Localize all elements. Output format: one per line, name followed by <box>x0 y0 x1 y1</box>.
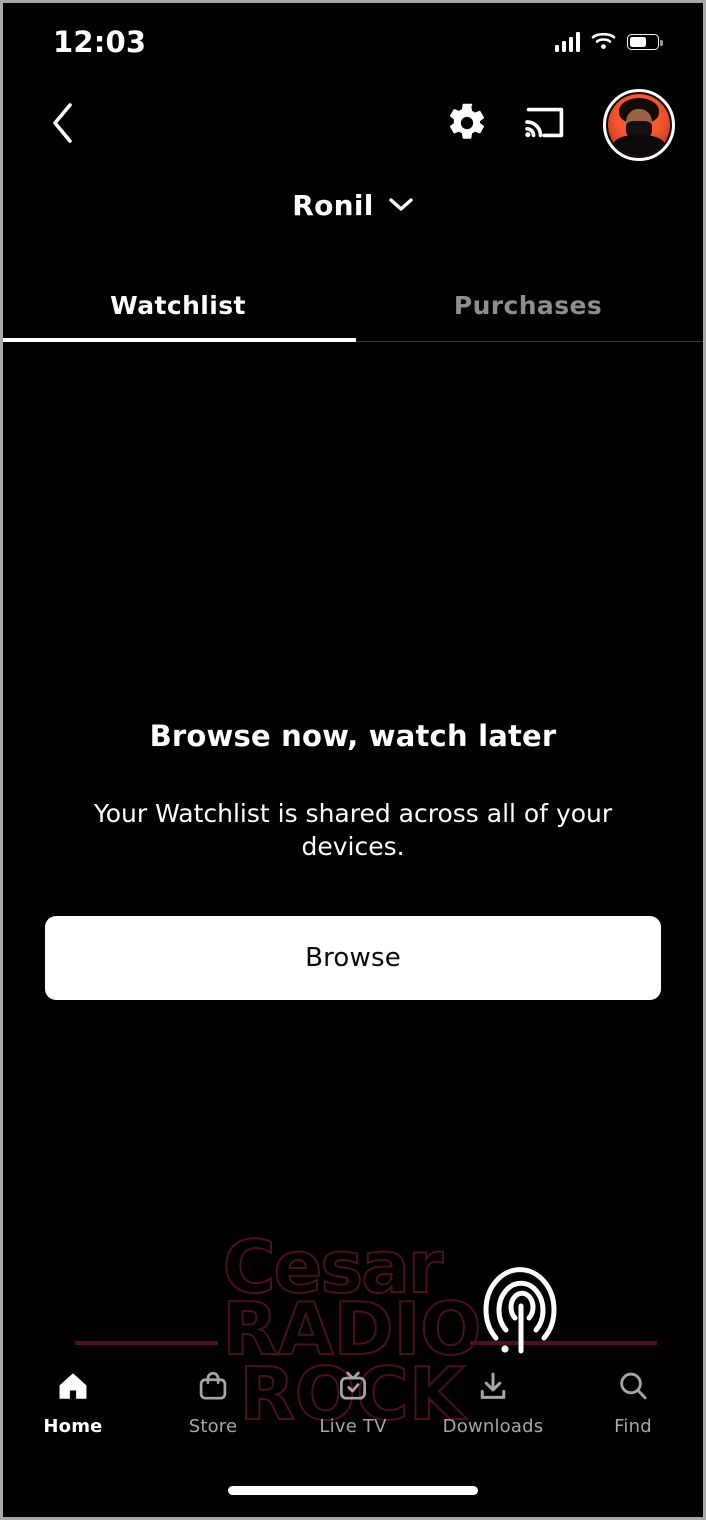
cast-icon <box>524 104 566 146</box>
watermark-line-1: Cesar <box>222 1225 445 1309</box>
empty-state: Browse now, watch later Your Watchlist i… <box>3 719 703 1000</box>
browse-button[interactable]: Browse <box>45 915 661 1000</box>
top-navigation-bar <box>3 85 703 165</box>
status-bar-icons <box>554 31 663 54</box>
search-icon <box>616 1369 650 1407</box>
bottom-navigation-bar: Home Store Live TV Downloads Find <box>3 1365 703 1461</box>
cast-button[interactable] <box>521 101 569 149</box>
status-bar-clock: 12:03 <box>53 25 147 59</box>
battery-icon <box>627 34 663 50</box>
back-button[interactable] <box>37 99 89 151</box>
tab-purchases-label: Purchases <box>453 290 603 320</box>
app-screen: 12:03 Ronil Watchlist Purchases Browse n… <box>0 0 706 1520</box>
status-bar: 12:03 <box>3 3 703 81</box>
nav-actions <box>443 89 675 161</box>
avatar-image <box>608 94 670 156</box>
tab-watchlist[interactable]: Watchlist <box>3 269 353 341</box>
download-icon <box>476 1369 510 1407</box>
profile-name: Ronil <box>292 189 374 222</box>
tab-active-indicator <box>3 338 356 342</box>
content-tabs: Watchlist Purchases <box>3 269 703 341</box>
watermark-line-2: RADIO <box>222 1287 483 1372</box>
tab-purchases[interactable]: Purchases <box>353 269 703 341</box>
watermark-rule-right <box>470 1341 657 1345</box>
shopping-bag-icon <box>196 1369 230 1407</box>
tab-watchlist-label: Watchlist <box>110 290 246 320</box>
watermark-rule-left <box>75 1341 218 1345</box>
bottom-nav-live-tv[interactable]: Live TV <box>283 1365 423 1461</box>
bottom-nav-home-label: Home <box>43 1416 103 1437</box>
wifi-icon <box>591 31 616 54</box>
bottom-nav-store[interactable]: Store <box>143 1365 283 1461</box>
bottom-nav-home[interactable]: Home <box>3 1365 143 1461</box>
chevron-down-icon <box>388 196 414 216</box>
empty-state-title: Browse now, watch later <box>149 719 557 753</box>
cellular-signal-icon <box>554 32 580 52</box>
bottom-nav-find-label: Find <box>614 1416 652 1437</box>
bottom-nav-store-label: Store <box>188 1416 238 1437</box>
bottom-nav-find[interactable]: Find <box>563 1365 703 1461</box>
bottom-nav-live-tv-label: Live TV <box>319 1416 387 1437</box>
bottom-nav-downloads-label: Downloads <box>442 1416 544 1437</box>
bottom-nav-downloads[interactable]: Downloads <box>423 1365 563 1461</box>
empty-state-subtitle: Your Watchlist is shared across all of y… <box>93 799 613 862</box>
live-tv-icon <box>336 1369 370 1407</box>
home-icon <box>56 1369 90 1407</box>
gear-icon <box>446 102 488 148</box>
broadcast-arcs-icon <box>458 1246 568 1371</box>
avatar[interactable] <box>603 89 675 161</box>
home-indicator[interactable] <box>228 1486 478 1495</box>
chevron-left-icon <box>50 102 76 148</box>
profile-selector[interactable]: Ronil <box>3 189 703 222</box>
settings-button[interactable] <box>443 101 491 149</box>
